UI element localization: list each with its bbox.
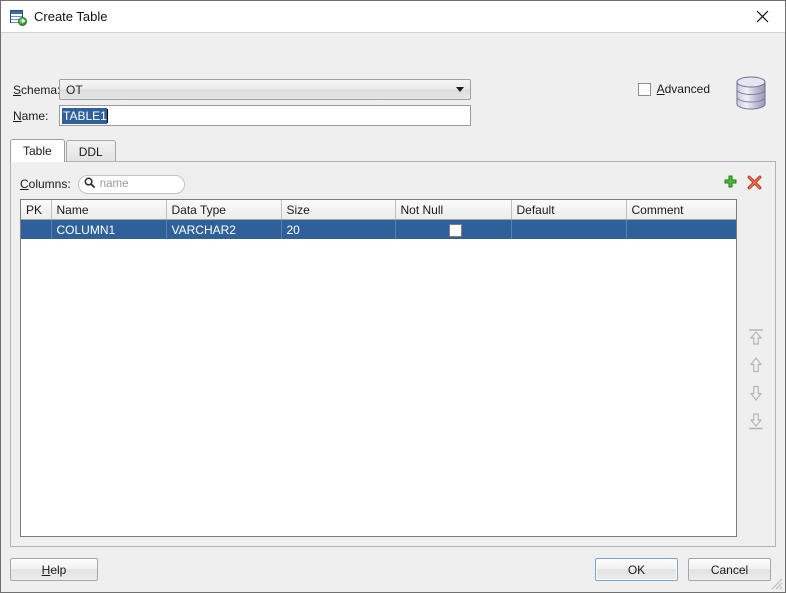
- dialog-footer: Help OK Cancel: [1, 547, 785, 592]
- schema-selected-value: OT: [66, 82, 83, 97]
- columns-label: Columns:: [20, 177, 71, 191]
- table-tab-panel: Columns: name PK Name Data Type Size Not…: [10, 161, 776, 547]
- delete-column-button[interactable]: [747, 175, 762, 193]
- columns-grid: PK Name Data Type Size Not Null Default …: [20, 199, 737, 537]
- search-icon: [84, 177, 95, 191]
- schema-label: Schema:: [13, 83, 61, 97]
- cancel-button-label: Cancel: [710, 562, 749, 577]
- not-null-checkbox[interactable]: [449, 223, 462, 237]
- column-header-pk[interactable]: PK: [21, 200, 52, 220]
- cell-size[interactable]: 20: [281, 219, 396, 239]
- tab-table[interactable]: Table: [10, 139, 65, 162]
- reorder-button-strip: [743, 327, 769, 431]
- dialog-content: Schema: OT Name: TABLE1 Advanced Table D…: [1, 33, 785, 592]
- move-down-button[interactable]: [745, 383, 767, 403]
- text-caret: [106, 108, 108, 123]
- columns-toolbar: Columns: name: [20, 172, 766, 196]
- column-header-not-null[interactable]: Not Null: [395, 200, 512, 220]
- cell-pk[interactable]: [21, 219, 52, 239]
- cancel-button[interactable]: Cancel: [688, 558, 771, 581]
- database-cylinder-icon: [731, 73, 771, 113]
- tab-ddl[interactable]: DDL: [65, 140, 116, 162]
- create-table-dialog: Create Table Schema: OT Name: TABLE1 Adv…: [0, 0, 786, 593]
- close-icon[interactable]: [739, 1, 785, 31]
- table-name-input[interactable]: TABLE1: [59, 105, 471, 126]
- cell-name[interactable]: COLUMN1: [51, 219, 167, 239]
- column-header-default[interactable]: Default: [511, 200, 627, 220]
- cell-not-null[interactable]: [395, 219, 512, 239]
- chevron-down-icon: [450, 80, 470, 99]
- column-header-comment[interactable]: Comment: [626, 200, 736, 220]
- table-row[interactable]: COLUMN1 VARCHAR2 20: [21, 219, 736, 239]
- move-to-bottom-button[interactable]: [745, 411, 767, 431]
- cell-comment[interactable]: [626, 219, 736, 239]
- help-button-label: Help: [41, 562, 67, 577]
- column-header-data-type[interactable]: Data Type: [166, 200, 282, 220]
- advanced-checkbox[interactable]: Advanced: [637, 82, 710, 96]
- cell-default[interactable]: [511, 219, 627, 239]
- cell-data-type[interactable]: VARCHAR2: [166, 219, 282, 239]
- grid-header-row: PK Name Data Type Size Not Null Default …: [21, 200, 736, 220]
- tab-ddl-label: DDL: [78, 144, 103, 159]
- add-column-button[interactable]: [723, 175, 738, 193]
- columns-action-buttons: [723, 175, 766, 193]
- tab-bar: Table DDL: [10, 139, 776, 162]
- help-button[interactable]: Help: [10, 558, 98, 581]
- advanced-checkbox-box[interactable]: [637, 82, 651, 96]
- columns-search-placeholder: name: [99, 178, 129, 190]
- column-header-size[interactable]: Size: [281, 200, 396, 220]
- column-header-name[interactable]: Name: [51, 200, 167, 220]
- schema-dropdown[interactable]: OT: [59, 79, 471, 100]
- move-up-button[interactable]: [745, 355, 767, 375]
- tab-table-label: Table: [23, 144, 52, 158]
- create-table-icon: [10, 9, 27, 26]
- ok-button[interactable]: OK: [595, 558, 678, 581]
- name-label: Name:: [13, 109, 49, 123]
- table-name-value: TABLE1: [62, 107, 107, 124]
- ok-button-label: OK: [627, 562, 646, 577]
- window-title: Create Table: [34, 9, 108, 24]
- resize-grip[interactable]: [771, 578, 783, 590]
- move-to-top-button[interactable]: [745, 327, 767, 347]
- title-bar: Create Table: [1, 1, 785, 33]
- advanced-label: Advanced: [656, 82, 710, 96]
- columns-search-input[interactable]: name: [77, 174, 185, 194]
